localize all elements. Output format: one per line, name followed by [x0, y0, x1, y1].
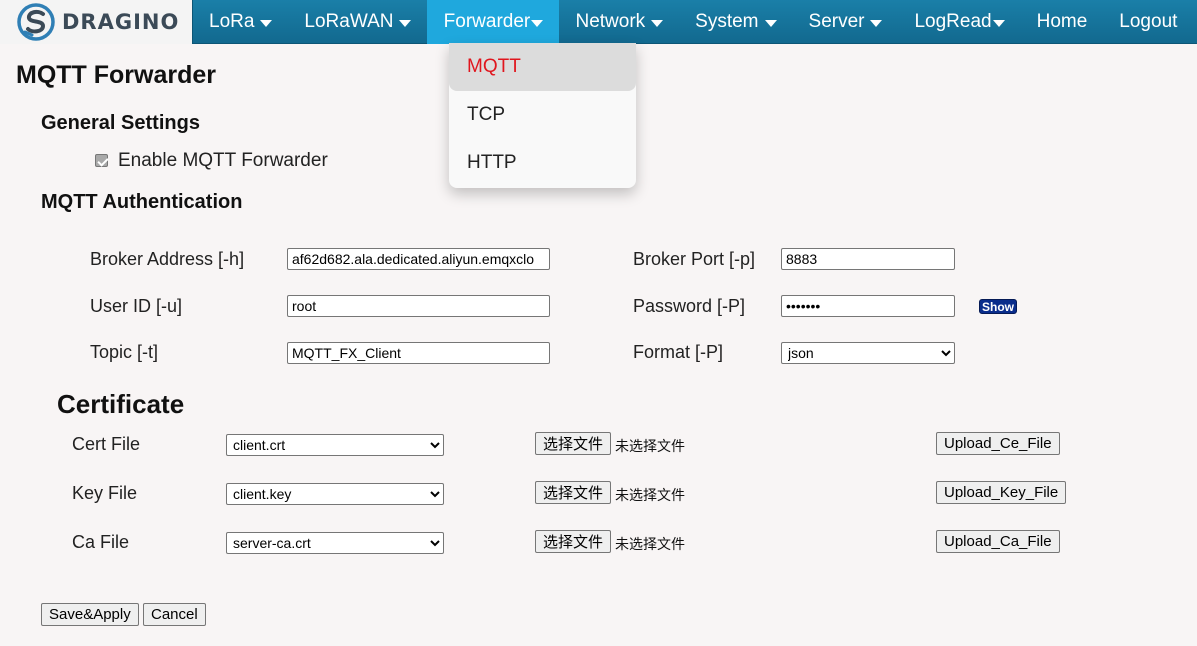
caret-down-icon — [870, 19, 883, 27]
dragino-logo-icon — [17, 3, 55, 41]
nav-lorawan[interactable]: LoRaWAN — [288, 0, 427, 44]
password-label: Password [-P] — [633, 296, 746, 316]
broker-address-label: Broker Address [-h] — [90, 249, 245, 269]
cert-no-file-text: 未选择文件 — [615, 438, 685, 454]
format-select[interactable]: json — [781, 342, 955, 364]
key-no-file-text: 未选择文件 — [615, 487, 685, 503]
cancel-button[interactable]: Cancel — [143, 603, 206, 626]
broker-port-label: Broker Port [-p] — [633, 249, 756, 269]
caret-down-icon — [992, 19, 1005, 27]
key-choose-file-button[interactable]: 选择文件 — [535, 481, 612, 504]
show-password-button[interactable]: Show — [979, 299, 1017, 314]
cert-choose-file-button[interactable]: 选择文件 — [535, 432, 612, 455]
topic-input[interactable] — [287, 342, 550, 364]
broker-port-input[interactable] — [781, 248, 955, 270]
caret-down-icon — [531, 19, 544, 27]
menu-item-tcp[interactable]: TCP — [449, 91, 636, 139]
caret-down-icon — [260, 19, 273, 27]
user-id-label: User ID [-u] — [90, 296, 183, 316]
nav-forwarder[interactable]: Forwarder — [427, 0, 560, 44]
key-file-label: Key File — [72, 483, 138, 503]
enable-mqtt-checkbox[interactable] — [95, 154, 108, 167]
caret-down-icon — [651, 19, 664, 27]
user-id-input[interactable] — [287, 295, 550, 317]
broker-address-input[interactable] — [287, 248, 550, 270]
cert-file-label: Cert File — [72, 434, 141, 454]
forwarder-dropdown-menu: MQTT TCP HTTP — [449, 43, 636, 188]
certificate-heading: Certificate — [57, 389, 185, 419]
top-navbar: DRAGINO LoRa LoRaWAN Forwarder Network S… — [0, 0, 1197, 44]
nav-logout[interactable]: Logout — [1103, 0, 1193, 44]
caret-down-icon — [764, 19, 777, 27]
upload-ce-file-button[interactable]: Upload_Ce_File — [936, 432, 1060, 455]
nav-system[interactable]: System — [679, 0, 792, 44]
password-input[interactable] — [781, 295, 955, 317]
nav-home[interactable]: Home — [1021, 0, 1104, 44]
nav-network[interactable]: Network — [559, 0, 679, 44]
enable-mqtt-label: Enable MQTT Forwarder — [118, 150, 328, 171]
format-label: Format [-P] — [633, 342, 724, 362]
ca-no-file-text: 未选择文件 — [615, 536, 685, 552]
key-file-select[interactable]: client.key — [226, 483, 444, 505]
page-title: MQTT Forwarder — [16, 61, 217, 89]
mqtt-authentication-heading: MQTT Authentication — [41, 191, 243, 213]
brand-logo[interactable]: DRAGINO — [0, 0, 193, 44]
general-settings-heading: General Settings — [41, 112, 200, 134]
ca-file-label: Ca File — [72, 532, 130, 552]
nav-logread[interactable]: LogRead — [898, 0, 1020, 44]
nav-lora[interactable]: LoRa — [193, 0, 288, 44]
ca-file-select[interactable]: server-ca.crt — [226, 532, 444, 554]
upload-key-file-button[interactable]: Upload_Key_File — [936, 481, 1067, 504]
cert-file-select[interactable]: client.crt — [226, 434, 444, 456]
ca-choose-file-button[interactable]: 选择文件 — [535, 530, 612, 553]
topic-label: Topic [-t] — [90, 342, 159, 362]
menu-item-http[interactable]: HTTP — [449, 139, 636, 187]
save-apply-button[interactable]: Save&Apply — [41, 603, 139, 626]
nav-server[interactable]: Server — [793, 0, 899, 44]
upload-ca-file-button[interactable]: Upload_Ca_File — [936, 530, 1060, 553]
caret-down-icon — [399, 19, 412, 27]
brand-name: DRAGINO — [62, 10, 180, 34]
menu-item-mqtt[interactable]: MQTT — [449, 43, 636, 91]
